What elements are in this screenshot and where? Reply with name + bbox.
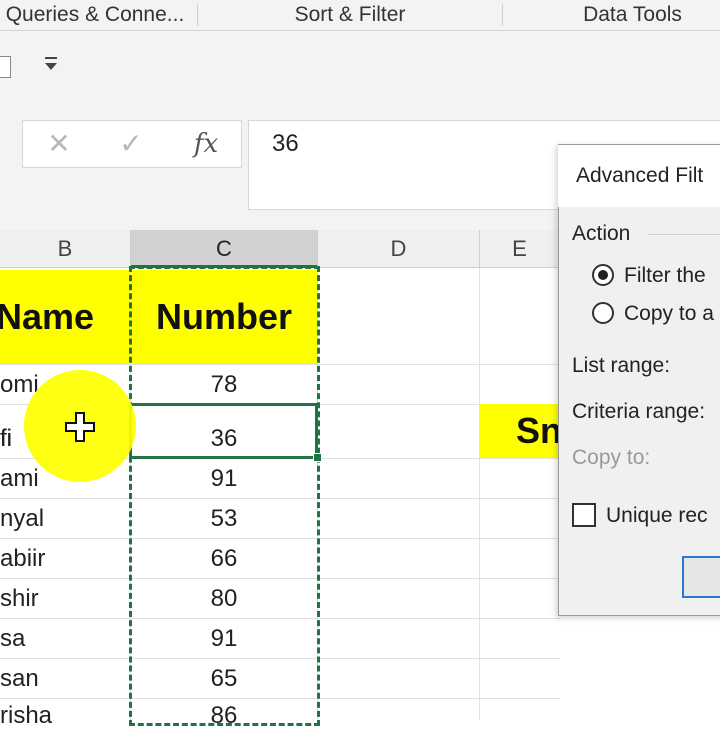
column-header-b[interactable]: B <box>0 230 131 268</box>
copy-to-location-radio[interactable] <box>592 302 614 324</box>
name-cell[interactable]: san <box>0 665 39 693</box>
header-name-cell[interactable]: Name <box>0 296 94 338</box>
name-cell[interactable]: abiir <box>0 545 45 573</box>
formula-value: 36 <box>272 130 299 157</box>
column-header-e[interactable]: E <box>480 230 560 268</box>
action-label: Action <box>572 222 631 245</box>
copy-range-marquee <box>129 266 320 726</box>
cancel-icon[interactable]: ✕ <box>39 121 79 167</box>
column-header-c[interactable]: C <box>131 230 318 268</box>
list-range-label: List range: <box>572 354 671 377</box>
filter-in-place-radio[interactable] <box>592 264 614 286</box>
formula-buttons: ✕ ✓ fx <box>22 120 242 168</box>
name-cell[interactable]: ami <box>0 465 39 493</box>
fill-handle[interactable] <box>313 453 322 462</box>
unique-records-checkbox[interactable] <box>572 503 596 527</box>
ribbon-group-sort-filter[interactable]: Sort & Filter <box>200 0 500 30</box>
sheet-icon[interactable] <box>0 56 11 78</box>
quick-access-area <box>0 31 720 103</box>
cell-cursor-icon <box>64 411 96 448</box>
ribbon-group-queries[interactable]: Queries & Conne... <box>0 0 190 30</box>
name-cell[interactable]: sa <box>0 625 25 653</box>
ok-button[interactable] <box>682 556 720 598</box>
name-cell[interactable]: shir <box>0 585 39 613</box>
copy-to-location-label[interactable]: Copy to a <box>624 302 714 326</box>
name-cell[interactable]: risha <box>0 702 52 730</box>
criteria-range-label: Criteria range: <box>572 400 706 423</box>
ribbon-separator <box>502 4 503 26</box>
advanced-filter-dialog <box>558 144 720 616</box>
name-cell[interactable]: nyal <box>0 505 44 533</box>
column-header-d[interactable]: D <box>318 230 480 268</box>
copy-to-label: Copy to: <box>572 446 651 469</box>
name-cell-overlay: fi <box>0 425 12 452</box>
insert-function-icon[interactable]: fx <box>181 121 231 167</box>
filter-in-place-label[interactable]: Filter the <box>624 264 706 288</box>
dialog-title: Advanced Filt <box>576 164 704 187</box>
radio-selected-dot <box>598 270 608 280</box>
group-border <box>648 234 720 235</box>
criteria-header-cell[interactable]: Sn <box>516 410 562 452</box>
customize-toolbar-icon[interactable] <box>42 54 60 79</box>
active-cell[interactable] <box>129 403 318 459</box>
ribbon-group-data-tools[interactable]: Data Tools <box>505 0 720 30</box>
enter-icon[interactable]: ✓ <box>111 121 151 167</box>
grid-line <box>479 268 480 720</box>
ribbon-separator <box>197 4 198 26</box>
unique-records-label[interactable]: Unique rec <box>606 504 708 528</box>
